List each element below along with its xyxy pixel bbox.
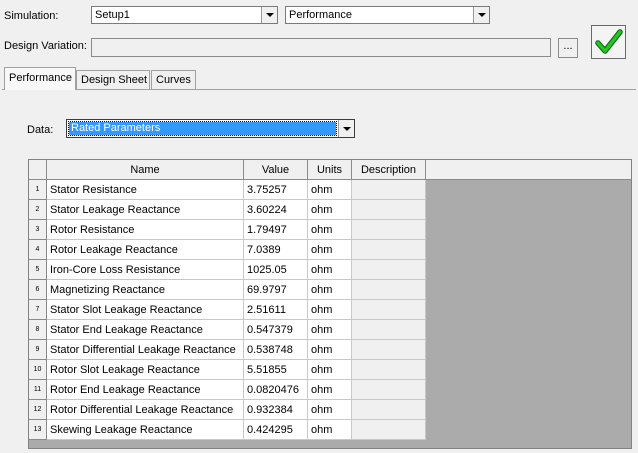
column-header-value[interactable]: Value xyxy=(244,160,308,180)
cell-value[interactable]: 7.0389 xyxy=(244,240,308,260)
row-number[interactable]: 10 xyxy=(29,360,47,380)
chevron-down-icon[interactable] xyxy=(261,7,277,23)
cell-value[interactable]: 0.538748 xyxy=(244,340,308,360)
row-number[interactable]: 4 xyxy=(29,240,47,260)
cell-description[interactable] xyxy=(352,260,426,280)
chevron-down-icon[interactable] xyxy=(338,120,354,137)
table-corner xyxy=(29,160,47,180)
cell-value[interactable]: 5.51855 xyxy=(244,360,308,380)
simulation-type-select[interactable]: Performance xyxy=(285,6,490,24)
cell-name[interactable]: Stator Differential Leakage Reactance xyxy=(47,340,244,360)
cell-units[interactable]: ohm xyxy=(308,280,352,300)
cell-description[interactable] xyxy=(352,360,426,380)
column-header-name[interactable]: Name xyxy=(47,160,244,180)
cell-units[interactable]: ohm xyxy=(308,320,352,340)
cell-value[interactable]: 0.0820476 xyxy=(244,380,308,400)
cell-description[interactable] xyxy=(352,240,426,260)
cell-description[interactable] xyxy=(352,340,426,360)
column-header-units[interactable]: Units xyxy=(308,160,352,180)
cell-name[interactable]: Stator Leakage Reactance xyxy=(47,200,244,220)
cell-name[interactable]: Rotor End Leakage Reactance xyxy=(47,380,244,400)
design-variation-label: Design Variation: xyxy=(4,40,87,52)
cell-units[interactable]: ohm xyxy=(308,380,352,400)
row-number[interactable]: 3 xyxy=(29,220,47,240)
checkmark-icon xyxy=(594,29,623,54)
cell-units[interactable]: ohm xyxy=(308,180,352,200)
data-label: Data: xyxy=(27,124,54,136)
row-number[interactable]: 7 xyxy=(29,300,47,320)
cell-units[interactable]: ohm xyxy=(308,400,352,420)
parameters-table[interactable]: Name Value Units Description 1 Stator Res… xyxy=(28,159,632,449)
cell-units[interactable]: ohm xyxy=(308,260,352,280)
row-number[interactable]: 11 xyxy=(29,380,47,400)
simulation-label: Simulation: xyxy=(4,10,59,22)
design-variation-field[interactable] xyxy=(91,38,551,57)
cell-description[interactable] xyxy=(352,200,426,220)
cell-description[interactable] xyxy=(352,400,426,420)
cell-name[interactable]: Iron-Core Loss Resistance xyxy=(47,260,244,280)
cell-name[interactable]: Rotor Differential Leakage Reactance xyxy=(47,400,244,420)
cell-value[interactable]: 0.547379 xyxy=(244,320,308,340)
cell-units[interactable]: ohm xyxy=(308,240,352,260)
column-header-description[interactable]: Description xyxy=(352,160,426,180)
simulation-setup-select[interactable]: Setup1 xyxy=(91,6,278,24)
row-number[interactable]: 13 xyxy=(29,420,47,440)
simulation-type-value: Performance xyxy=(289,9,352,21)
cell-units[interactable]: ohm xyxy=(308,300,352,320)
cell-name[interactable]: Stator Slot Leakage Reactance xyxy=(47,300,244,320)
cell-description[interactable] xyxy=(352,220,426,240)
cell-name[interactable]: Rotor Resistance xyxy=(47,220,244,240)
cell-description[interactable] xyxy=(352,280,426,300)
row-number[interactable]: 9 xyxy=(29,340,47,360)
row-number[interactable]: 12 xyxy=(29,400,47,420)
cell-value[interactable]: 0.424295 xyxy=(244,420,308,440)
cell-name[interactable]: Rotor Slot Leakage Reactance xyxy=(47,360,244,380)
data-select-value: Rated Parameters xyxy=(71,122,161,134)
cell-description[interactable] xyxy=(352,300,426,320)
row-number[interactable]: 1 xyxy=(29,180,47,200)
cell-name[interactable]: Skewing Leakage Reactance xyxy=(47,420,244,440)
tab-curves[interactable]: Curves xyxy=(151,70,196,89)
cell-units[interactable]: ohm xyxy=(308,360,352,380)
cell-name[interactable]: Rotor Leakage Reactance xyxy=(47,240,244,260)
cell-units[interactable]: ohm xyxy=(308,200,352,220)
cell-units[interactable]: ohm xyxy=(308,420,352,440)
cell-description[interactable] xyxy=(352,420,426,440)
tab-design-sheet[interactable]: Design Sheet xyxy=(76,70,150,89)
cell-value[interactable]: 1025.05 xyxy=(244,260,308,280)
tab-divider xyxy=(2,89,636,90)
row-number[interactable]: 2 xyxy=(29,200,47,220)
cell-name[interactable]: Stator Resistance xyxy=(47,180,244,200)
browse-variation-button[interactable]: ... xyxy=(558,38,578,58)
cell-description[interactable] xyxy=(352,320,426,340)
cell-units[interactable]: ohm xyxy=(308,340,352,360)
row-number[interactable]: 8 xyxy=(29,320,47,340)
cell-value[interactable]: 69.9797 xyxy=(244,280,308,300)
tab-performance[interactable]: Performance xyxy=(4,67,76,90)
cell-description[interactable] xyxy=(352,380,426,400)
cell-name[interactable]: Stator End Leakage Reactance xyxy=(47,320,244,340)
simulation-setup-value: Setup1 xyxy=(95,9,130,21)
chevron-down-icon[interactable] xyxy=(473,7,489,23)
cell-value[interactable]: 2.51611 xyxy=(244,300,308,320)
row-number[interactable]: 6 xyxy=(29,280,47,300)
row-number[interactable]: 5 xyxy=(29,260,47,280)
cell-description[interactable] xyxy=(352,180,426,200)
cell-name[interactable]: Magnetizing Reactance xyxy=(47,280,244,300)
cell-value[interactable]: 3.60224 xyxy=(244,200,308,220)
cell-value[interactable]: 0.932384 xyxy=(244,400,308,420)
data-select[interactable]: Rated Parameters xyxy=(66,119,355,138)
cell-value[interactable]: 3.75257 xyxy=(244,180,308,200)
cell-value[interactable]: 1.79497 xyxy=(244,220,308,240)
apply-button[interactable] xyxy=(591,25,626,59)
cell-units[interactable]: ohm xyxy=(308,220,352,240)
column-header-filler xyxy=(426,160,631,180)
